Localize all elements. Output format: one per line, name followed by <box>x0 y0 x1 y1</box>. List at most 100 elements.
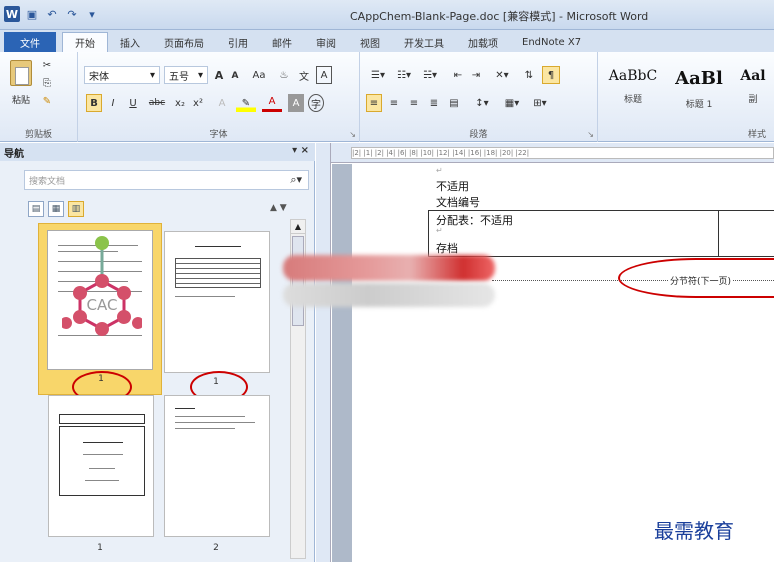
page-thumbnail-2[interactable] <box>164 231 270 373</box>
text-effects-icon[interactable]: A <box>214 94 230 112</box>
show-formatting-marks-icon[interactable]: ¶ <box>542 66 560 84</box>
italic-button[interactable]: I <box>106 94 120 112</box>
table-border <box>428 210 774 211</box>
tab-file[interactable]: 文件 <box>4 32 56 52</box>
table-border <box>718 210 719 256</box>
font-family-select[interactable]: 宋体 ▾ <box>84 66 160 84</box>
ribbon-tabs: 文件 开始 插入 页面布局 引用 邮件 审阅 视图 开发工具 加载项 EndNo… <box>0 30 774 52</box>
save-icon[interactable]: ▣ <box>24 6 40 22</box>
superscript-button[interactable]: x² <box>190 94 206 112</box>
numbering-icon[interactable]: ☷▾ <box>392 66 416 84</box>
paste-icon <box>10 60 32 86</box>
align-right-icon[interactable]: ≡ <box>406 94 422 112</box>
paste-label: 粘贴 <box>11 95 30 106</box>
sort-icon[interactable]: ⇅ <box>520 66 538 84</box>
scroll-thumb[interactable] <box>292 236 304 326</box>
nav-search-input[interactable]: 搜索文档 ⌕▾ <box>24 170 309 190</box>
customize-qat-icon[interactable]: ▾ <box>84 6 100 22</box>
style-title[interactable]: AaBbC 标题 <box>602 58 664 118</box>
style-heading-1[interactable]: AaBl 标题 1 <box>668 58 730 118</box>
style-subtitle-sample: Aal <box>740 68 766 84</box>
clipboard-group: 粘贴 ✂ ⎘ ✎ 剪贴板 <box>0 52 78 142</box>
change-case-button[interactable]: Aa <box>248 66 270 84</box>
style-title-name: 标题 <box>623 95 642 105</box>
font-color-icon[interactable]: A <box>262 94 282 112</box>
tab-addins[interactable]: 加载项 <box>456 32 510 52</box>
document-page[interactable]: ↵ 不适用 文档编号 分配表：不适用 ↵ 存档 分节符(下一页) <box>352 164 774 562</box>
paragraph-dialog-launcher-icon[interactable]: ↘ <box>587 130 594 139</box>
underline-button[interactable]: U <box>124 94 142 112</box>
redo-icon[interactable]: ↷ <box>64 6 80 22</box>
doc-line-3: 分配表：不适用 <box>436 214 513 227</box>
nav-prev-next[interactable]: ▲ ▼ <box>270 203 287 213</box>
paste-button[interactable] <box>8 58 34 88</box>
word-app-icon[interactable]: W <box>4 6 20 22</box>
tab-endnote[interactable]: EndNote X7 <box>510 32 593 52</box>
nav-search-placeholder: 搜索文档 <box>29 176 66 187</box>
tab-mailings[interactable]: 邮件 <box>260 32 304 52</box>
shading-icon[interactable]: ▦▾ <box>500 94 524 112</box>
page-thumbnail-3[interactable] <box>48 395 154 537</box>
cut-icon[interactable]: ✂ <box>40 58 54 72</box>
align-left-icon[interactable]: ≡ <box>366 94 382 112</box>
multilevel-list-icon[interactable]: ☵▾ <box>418 66 442 84</box>
scroll-up-icon[interactable]: ▲ <box>291 220 305 234</box>
headings-view-icon[interactable]: ▤ <box>28 201 44 217</box>
paragraph-group-label: 段落 <box>469 130 488 140</box>
results-view-icon[interactable]: ▥ <box>68 201 84 217</box>
page-thumbnail-4[interactable] <box>164 395 270 537</box>
char-border-icon[interactable]: A <box>316 66 332 84</box>
font-group: 宋体 ▾ 五号 ▾ A A Aa ♨ 文 A B I U abc x₂ x² A ✎… <box>78 52 360 142</box>
annotation-circle <box>618 258 774 298</box>
font-dialog-launcher-icon[interactable]: ↘ <box>349 130 356 139</box>
tab-insert[interactable]: 插入 <box>108 32 152 52</box>
clear-format-icon[interactable]: ♨ <box>276 66 292 84</box>
svg-text:CAC: CAC <box>87 296 118 314</box>
borders-icon[interactable]: ⊞▾ <box>528 94 552 112</box>
align-center-icon[interactable]: ≡ <box>386 94 402 112</box>
bold-button[interactable]: B <box>86 94 102 112</box>
chinese-layout-icon[interactable]: ✕▾ <box>490 66 514 84</box>
bullets-icon[interactable]: ☰▾ <box>366 66 390 84</box>
title-bar: W ▣ ↶ ↷ ▾ CAppChem-Blank-Page.doc [兼容模式]… <box>0 0 774 30</box>
nav-title: 导航 <box>4 148 24 160</box>
style-subtitle[interactable]: Aal 副 <box>732 58 774 118</box>
increase-indent-icon[interactable]: ⇥ <box>468 66 484 84</box>
justify-icon[interactable]: ≣ <box>426 94 442 112</box>
decrease-indent-icon[interactable]: ⇤ <box>450 66 466 84</box>
phonetic-guide-icon[interactable]: 文 <box>296 66 312 84</box>
font-size-select[interactable]: 五号 ▾ <box>164 66 208 84</box>
tab-developer[interactable]: 开发工具 <box>392 32 456 52</box>
char-shading-icon[interactable]: A <box>288 94 304 112</box>
page-number-label: 2 <box>213 543 219 553</box>
grow-font-button[interactable]: A <box>212 66 226 84</box>
horizontal-ruler: |2| |1| |2| |4| |6| |8| |10| |12| |14| |… <box>331 143 774 163</box>
distributed-icon[interactable]: ▤ <box>446 94 462 112</box>
tab-review[interactable]: 审阅 <box>304 32 348 52</box>
tab-home[interactable]: 开始 <box>62 32 108 52</box>
nav-close-button[interactable]: ▾ × <box>292 145 309 156</box>
window-title: CAppChem-Blank-Page.doc [兼容模式] - Microso… <box>350 10 649 23</box>
strikethrough-button[interactable]: abc <box>146 94 168 112</box>
font-group-label: 字体 <box>209 130 228 140</box>
page-number-label: 1 <box>97 543 103 553</box>
nav-header: 导航 ▾ × <box>0 143 315 161</box>
undo-icon[interactable]: ↶ <box>44 6 60 22</box>
paragraph-mark: ↵ <box>436 226 443 235</box>
line-spacing-icon[interactable]: ↕▾ <box>470 94 494 112</box>
vertical-ruler <box>316 143 331 562</box>
copy-icon[interactable]: ⎘ <box>40 76 54 90</box>
font-family-value: 宋体 <box>89 71 109 83</box>
pages-view-icon[interactable]: ▦ <box>48 201 64 217</box>
page-thumbnail-1[interactable]: CAC 1 <box>38 223 162 395</box>
subscript-button[interactable]: x₂ <box>172 94 188 112</box>
highlight-icon[interactable]: ✎ <box>236 94 256 112</box>
enclose-char-icon[interactable]: 字 <box>308 94 324 112</box>
format-painter-icon[interactable]: ✎ <box>40 94 54 108</box>
shrink-font-button[interactable]: A <box>228 68 242 84</box>
tab-view[interactable]: 视图 <box>348 32 392 52</box>
chevron-down-icon: ▾ <box>149 69 155 81</box>
tab-references[interactable]: 引用 <box>216 32 260 52</box>
search-icon[interactable]: ⌕▾ <box>290 173 302 187</box>
tab-page-layout[interactable]: 页面布局 <box>152 32 216 52</box>
